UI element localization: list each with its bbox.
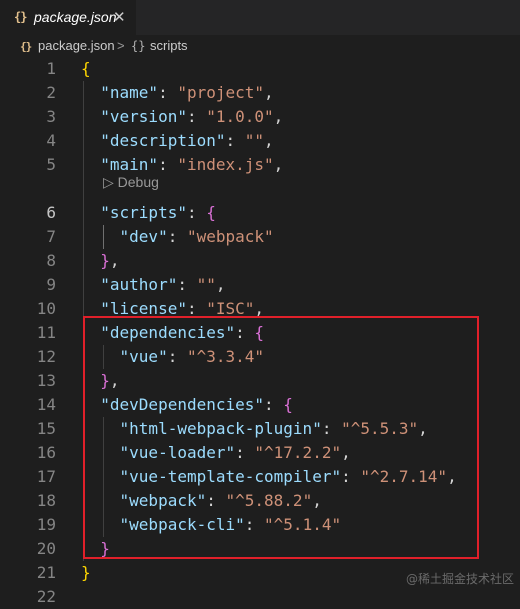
line-number: 22 (36, 587, 56, 606)
code-token: { (81, 59, 91, 78)
line-number: 18 (36, 491, 56, 510)
code-token: , (273, 107, 284, 126)
breadcrumb: {} package.json > {} scripts (0, 35, 520, 57)
line-number: 19 (36, 515, 56, 534)
code-text: }, (81, 249, 120, 273)
code-token: "webpack" (186, 227, 274, 246)
line-number: 3 (46, 107, 56, 126)
code-line[interactable]: 22 (0, 585, 520, 609)
code-text: "dev": "webpack" (81, 225, 274, 249)
line-number: 4 (46, 131, 56, 150)
code-text: "main": "index.js", (81, 153, 283, 177)
code-token: , (273, 155, 284, 174)
code-line[interactable]: 7 "dev": "webpack" (0, 225, 520, 249)
object-symbol-icon: {} (131, 39, 146, 53)
code-token: : (158, 83, 178, 102)
code-token: "author" (100, 275, 178, 294)
code-token: : (177, 275, 197, 294)
tab-bar: {} package.json ✕ (0, 0, 520, 35)
code-line[interactable]: 9 "author": "", (0, 273, 520, 297)
highlight-box (83, 316, 479, 559)
code-token: : (158, 155, 178, 174)
code-token: : (186, 203, 207, 222)
line-number: 7 (46, 227, 56, 246)
code-token: "index.js" (177, 155, 274, 174)
line-number: 12 (36, 347, 56, 366)
code-token: "1.0.0" (206, 107, 274, 126)
code-token: , (264, 83, 274, 102)
code-line[interactable]: 2 "name": "project", (0, 81, 520, 105)
line-number: 21 (36, 563, 56, 582)
tab-package-json[interactable]: {} package.json ✕ (0, 0, 136, 35)
code-token: { (206, 203, 216, 222)
code-token: "version" (100, 107, 187, 126)
line-number: 14 (36, 395, 56, 414)
json-file-icon: {} (20, 40, 32, 53)
code-line[interactable]: 4 "description": "", (0, 129, 520, 153)
code-token: "project" (177, 83, 265, 102)
code-text: "scripts": { (81, 201, 216, 225)
line-number: 11 (36, 323, 56, 342)
watermark: @稀土掘金技术社区 (405, 572, 514, 586)
code-text: "name": "project", (81, 81, 274, 105)
code-token: : (186, 107, 207, 126)
code-token: "" (196, 275, 216, 294)
line-number: 5 (46, 155, 56, 174)
json-file-icon: {} (14, 10, 27, 24)
code-token: "dev" (119, 227, 168, 246)
breadcrumb-symbol[interactable]: scripts (150, 38, 188, 53)
code-token: : (225, 131, 245, 150)
breadcrumb-file[interactable]: package.json (38, 38, 115, 53)
code-line[interactable]: 1{ (0, 57, 520, 81)
line-number: 15 (36, 419, 56, 438)
code-token: : (167, 227, 187, 246)
code-text: "author": "", (81, 273, 226, 297)
code-token: , (109, 251, 120, 270)
line-number: 9 (46, 275, 56, 294)
code-token: "scripts" (100, 203, 187, 222)
code-token: "main" (100, 155, 159, 174)
code-text: "description": "", (81, 129, 274, 153)
code-token: } (81, 563, 91, 582)
code-token: "name" (100, 83, 159, 102)
line-number: 17 (36, 467, 56, 486)
line-number: 8 (46, 251, 56, 270)
line-number: 16 (36, 443, 56, 462)
chevron-right-icon: > (117, 38, 125, 53)
tab-label: package.json (34, 9, 117, 25)
code-text: } (81, 561, 91, 585)
line-number: 20 (36, 539, 56, 558)
code-token: } (100, 251, 110, 270)
line-number: 13 (36, 371, 56, 390)
code-token: "description" (100, 131, 226, 150)
code-line[interactable]: 5 "main": "index.js", (0, 153, 520, 177)
code-line[interactable]: 6 "scripts": { (0, 201, 520, 225)
line-number: 1 (46, 59, 56, 78)
line-number: 10 (36, 299, 56, 318)
code-token: , (215, 275, 226, 294)
line-number: 2 (46, 83, 56, 102)
code-line[interactable]: 8 }, (0, 249, 520, 273)
code-text: { (81, 57, 91, 81)
code-text: "version": "1.0.0", (81, 105, 283, 129)
line-number: 6 (46, 203, 56, 222)
code-token: "" (244, 131, 265, 150)
code-token: , (264, 131, 274, 150)
close-icon[interactable]: ✕ (113, 8, 126, 26)
code-line[interactable]: 3 "version": "1.0.0", (0, 105, 520, 129)
